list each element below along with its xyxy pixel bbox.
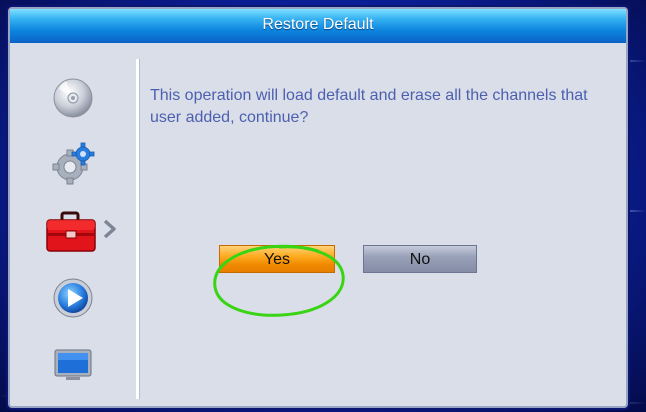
- tv-screen: Restore Default This operation will load…: [0, 0, 646, 412]
- sidebar-divider: [136, 59, 139, 399]
- chevron-right-icon: [103, 219, 116, 239]
- no-button[interactable]: No: [363, 245, 477, 273]
- play-icon[interactable]: [50, 275, 96, 321]
- gear-icon[interactable]: [50, 141, 96, 187]
- restore-default-dialog: Restore Default This operation will load…: [8, 7, 628, 408]
- disc-icon[interactable]: [50, 75, 96, 121]
- yes-button[interactable]: Yes: [219, 245, 335, 273]
- dialog-title: Restore Default: [10, 9, 626, 43]
- sidebar-menu: [10, 43, 136, 406]
- dialog-message: This operation will load default and era…: [150, 87, 588, 126]
- screen-icon[interactable]: [50, 341, 96, 387]
- toolbox-icon[interactable]: [44, 209, 98, 255]
